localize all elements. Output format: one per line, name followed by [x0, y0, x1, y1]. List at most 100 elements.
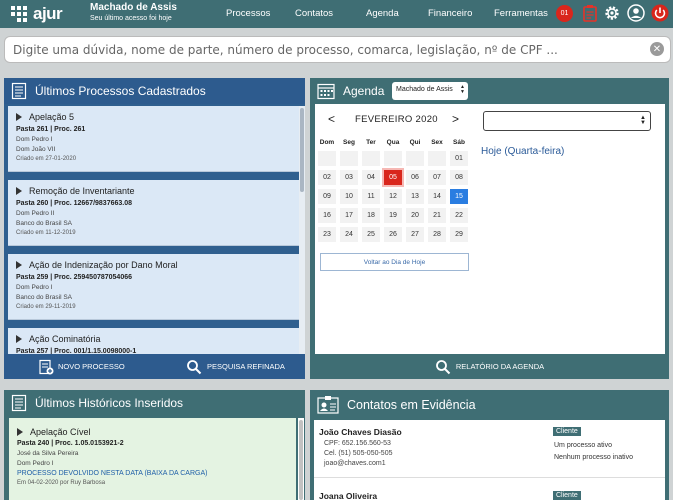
expand-arrow-icon[interactable] — [16, 261, 22, 269]
agenda-user-select[interactable]: Machado de Assis ▲ ▼ — [392, 82, 468, 100]
scroll-thumb[interactable] — [300, 108, 304, 192]
logo[interactable]: ajur — [10, 3, 63, 25]
calendar-day[interactable]: 13 — [406, 189, 424, 204]
user-block: Machado de Assis Seu último acesso foi h… — [90, 2, 177, 23]
calendar-day[interactable]: 18 — [362, 208, 380, 223]
expand-arrow-icon[interactable] — [16, 335, 22, 343]
calendar-day[interactable]: 20 — [406, 208, 424, 223]
calendar-empty-cell — [362, 151, 380, 166]
calendar-day[interactable]: 19 — [384, 208, 402, 223]
panel-title: Últimos Históricos Inseridos — [35, 396, 184, 410]
clipboard-icon[interactable] — [581, 4, 599, 22]
calendar-day[interactable]: 27 — [406, 227, 424, 242]
agenda-body: < FEVEREIRO 2020 > Dom Seg Ter Qua Qui Sex Sáb… — [315, 104, 665, 354]
calendar-day[interactable]: 16 — [318, 208, 336, 223]
process-card[interactable]: Remoção de Inventariante Pasta 260 | Pro… — [8, 180, 301, 246]
calendar-day[interactable]: 09 — [318, 189, 336, 204]
contact-item[interactable]: Joana Oliveira Cliente — [319, 491, 659, 500]
calendar-day[interactable]: 04 — [362, 170, 380, 185]
history-card[interactable]: Apelação Cível Pasta 240 | Proc. 1.05.01… — [9, 418, 296, 500]
calendar-day[interactable]: 29 — [450, 227, 468, 242]
process-card[interactable]: Apelação 5 Pasta 261 | Proc. 261 Dom Ped… — [8, 106, 301, 172]
contatos-panel: Contatos em Evidência João Chaves Diasão… — [310, 390, 669, 500]
scroll-thumb[interactable] — [299, 420, 303, 500]
expand-arrow-icon[interactable] — [16, 187, 22, 195]
process-date: Criado em 11-12-2019 — [16, 230, 76, 236]
search-input[interactable] — [13, 37, 643, 62]
calendar-day[interactable]: 21 — [428, 208, 446, 223]
history-party: José da Silva Pereira — [17, 450, 79, 457]
process-party: Banco do Brasil SA — [16, 294, 73, 301]
processos-footer: NOVO PROCESSO PESQUISA REFINADA — [4, 354, 305, 379]
calendar-day[interactable]: 10 — [340, 189, 358, 204]
calendar-day[interactable]: 17 — [340, 208, 358, 223]
calendar-day[interactable]: 26 — [384, 227, 402, 242]
back-to-today-button[interactable]: Voltar ao Dia de Hoje — [320, 253, 469, 271]
calendar-day[interactable]: 14 — [428, 189, 446, 204]
calendar-day[interactable]: 03 — [340, 170, 358, 185]
inactive-process-text: Nenhum processo inativo — [554, 454, 633, 461]
process-party: Dom Pedro II — [16, 210, 55, 217]
client-badge: Cliente — [553, 427, 581, 436]
next-month-button[interactable]: > — [452, 112, 459, 126]
client-badge: Cliente — [553, 491, 581, 500]
panel-title: Agenda — [343, 84, 385, 98]
nav-contatos[interactable]: Contatos — [295, 8, 333, 19]
panel-title: Últimos Processos Cadastrados — [35, 84, 206, 98]
expand-arrow-icon[interactable] — [17, 428, 23, 436]
calendar-day[interactable]: 05 — [382, 168, 404, 187]
calendar-day[interactable]: 12 — [384, 189, 402, 204]
user-icon[interactable] — [627, 4, 645, 22]
agenda-report-label: RELATÓRIO DA AGENDA — [455, 362, 545, 371]
calendar-month: FEVEREIRO 2020 — [355, 114, 438, 125]
logo-text: ajur — [33, 4, 63, 23]
process-card[interactable]: Ação de Indenização por Dano Moral Pasta… — [8, 254, 301, 320]
calendar-empty-cell — [428, 151, 446, 166]
calendar-header: < FEVEREIRO 2020 > — [315, 109, 485, 129]
historicos-scrollbar[interactable] — [298, 418, 304, 500]
history-title: Apelação Cível — [30, 427, 91, 437]
process-party: Dom João VII — [16, 146, 56, 153]
new-process-button[interactable]: NOVO PROCESSO — [38, 354, 125, 379]
calendar-day[interactable]: 07 — [428, 170, 446, 185]
nav-ferramentas[interactable]: Ferramentas — [494, 8, 548, 19]
expand-arrow-icon[interactable] — [16, 113, 22, 121]
calendar-day[interactable]: 25 — [362, 227, 380, 242]
clear-search-icon[interactable]: ✕ — [650, 42, 664, 56]
nav-processos[interactable]: Processos — [226, 8, 270, 19]
day-events-select[interactable]: ▲ ▼ — [483, 111, 651, 131]
calendar-day[interactable]: 28 — [428, 227, 446, 242]
notifications-badge[interactable]: 01 — [556, 5, 573, 22]
history-ref: Pasta 240 | Proc. 1.05.0153921-2 — [17, 440, 124, 447]
calendar-day[interactable]: 01 — [450, 151, 468, 166]
refined-search-label: PESQUISA REFINADA — [207, 362, 285, 371]
calendar-day[interactable]: 24 — [340, 227, 358, 242]
calendar-day[interactable]: 06 — [406, 170, 424, 185]
logo-mark-icon — [11, 6, 27, 22]
nav-financeiro[interactable]: Financeiro — [428, 8, 472, 19]
weekday-label: Ter — [366, 139, 376, 146]
prev-month-button[interactable]: < — [328, 112, 335, 126]
process-ref: Pasta 259 | Proc. 259450787054066 — [16, 274, 132, 281]
calendar-day[interactable]: 23 — [318, 227, 336, 242]
selected-day-label: Hoje (Quarta-feira) — [481, 146, 565, 157]
agenda-header: Agenda — [310, 78, 669, 104]
agenda-report-button[interactable]: RELATÓRIO DA AGENDA — [310, 354, 669, 379]
divider — [314, 477, 665, 478]
contact-item[interactable]: João Chaves Diasão CPF: 652.156.560-53 C… — [319, 427, 659, 467]
calendar-day[interactable]: 11 — [362, 189, 380, 204]
user-name: Machado de Assis — [90, 2, 177, 13]
power-icon[interactable] — [651, 4, 669, 22]
calendar-day[interactable]: 02 — [318, 170, 336, 185]
nav-agenda[interactable]: Agenda — [366, 8, 399, 19]
processos-scrollbar[interactable] — [299, 106, 305, 379]
calendar-day[interactable]: 15 — [450, 189, 468, 204]
refined-search-button[interactable]: PESQUISA REFINADA — [186, 354, 285, 379]
calendar-day[interactable]: 08 — [450, 170, 468, 185]
calendar-empty-cell — [340, 151, 358, 166]
panel-title: Contatos em Evidência — [347, 398, 476, 412]
agenda-user-value: Machado de Assis — [396, 86, 453, 93]
calendar-day[interactable]: 22 — [450, 208, 468, 223]
process-title: Ação Cominatória — [29, 334, 101, 344]
gear-icon[interactable] — [603, 4, 621, 22]
